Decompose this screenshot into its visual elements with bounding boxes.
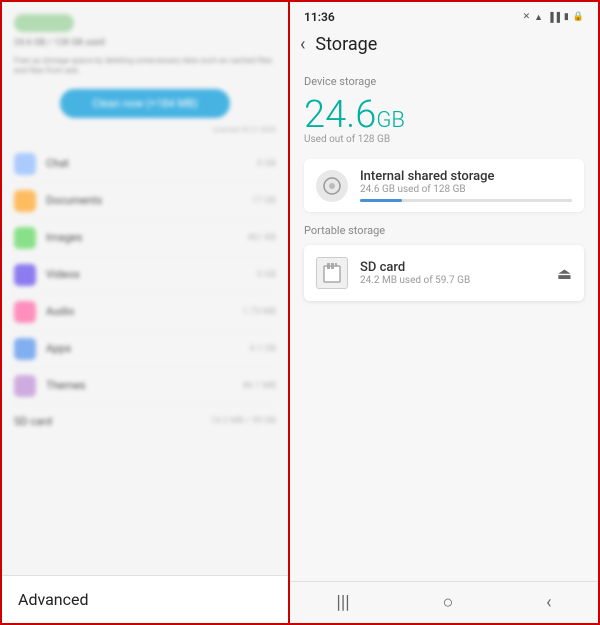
list-item[interactable]: Apps 4.1 GB: [14, 331, 276, 368]
videos-icon: [14, 264, 36, 286]
file-label: Apps: [46, 342, 250, 355]
lock-icon: 🔒: [573, 12, 584, 22]
list-item[interactable]: Chat 0 GB: [14, 146, 276, 183]
internal-storage-sub: 24.6 GB used of 128 GB: [360, 184, 572, 195]
storage-bar-area: 24.6 GB / 128 GB used: [14, 14, 276, 48]
list-item[interactable]: Videos 0 GB: [14, 257, 276, 294]
status-icons: ✕ ▲ ▐▐ ▮ 🔒: [523, 12, 584, 23]
sd-card-item[interactable]: SD card 24.2 MB used of 59.7 GB ⏏: [304, 245, 584, 301]
signal-icon: ▐▐: [547, 12, 560, 23]
device-storage-size-display: 24.6GB: [304, 96, 584, 134]
device-storage-label: Device storage: [304, 75, 584, 88]
right-panel: 11:36 ✕ ▲ ▐▐ ▮ 🔒 ‹ Storage Device storag…: [290, 0, 600, 625]
eject-button[interactable]: ⏏: [557, 264, 572, 283]
battery-icon: ▮: [564, 12, 569, 22]
chat-icon: [14, 153, 36, 175]
file-label: Themes: [46, 379, 243, 392]
documents-icon: [14, 190, 36, 212]
file-size: 0 GB: [257, 270, 276, 280]
left-blurred-area: 24.6 GB / 128 GB used Free up storage sp…: [2, 2, 288, 444]
status-time: 11:36: [304, 10, 335, 24]
mute-icon: ✕: [523, 12, 531, 22]
portable-storage-label: Portable storage: [304, 224, 584, 237]
internal-storage-icon: [316, 170, 348, 202]
apps-icon: [14, 338, 36, 360]
home-button[interactable]: ○: [442, 592, 453, 613]
images-icon: [14, 227, 36, 249]
file-size: 86.1 MB: [243, 381, 276, 391]
content-area: Device storage 24.6GB Used out of 128 GB…: [290, 65, 598, 581]
file-size: 461 KB: [247, 233, 276, 243]
file-size: 17 GB: [252, 196, 276, 206]
free-up-text: Free up storage space by deleting unnece…: [14, 56, 276, 77]
file-label: Chat: [46, 157, 257, 170]
scan-timestamp: scanned 30 21 2020: [14, 126, 276, 134]
file-label: Audio: [46, 305, 243, 318]
list-item[interactable]: Audio 1.73 MB: [14, 294, 276, 331]
file-label: Videos: [46, 268, 257, 281]
used-out-of: Used out of 128 GB: [304, 134, 584, 145]
back-button[interactable]: ‹: [300, 34, 305, 55]
file-list: Chat 0 GB Documents 17 GB Images 461 KB …: [14, 146, 276, 405]
page-title: Storage: [315, 34, 377, 55]
recents-button[interactable]: |||: [336, 592, 349, 613]
sd-card-info: SD card 24.2 MB used of 59.7 GB: [360, 260, 557, 286]
file-label: Documents: [46, 194, 252, 207]
status-bar: 11:36 ✕ ▲ ▐▐ ▮ 🔒: [290, 2, 598, 28]
sd-card-icon: [316, 257, 348, 289]
sd-card-name: SD card: [360, 260, 557, 275]
list-item[interactable]: Documents 17 GB: [14, 183, 276, 220]
internal-storage-info: Internal shared storage 24.6 GB used of …: [360, 169, 572, 202]
sd-card-label: SD card: [14, 415, 210, 428]
clean-now-button[interactable]: Clean now (+184 MB): [60, 89, 230, 118]
advanced-bar[interactable]: Advanced: [2, 575, 288, 623]
sd-card-size: 14.2 MB / 59 GB: [210, 416, 276, 426]
wifi-icon: ▲: [534, 12, 543, 23]
audio-icon: [14, 301, 36, 323]
file-size: 1.73 MB: [243, 307, 276, 317]
list-item[interactable]: Themes 86.1 MB: [14, 368, 276, 405]
internal-storage-name: Internal shared storage: [360, 169, 572, 184]
storage-size-number: 24.6: [304, 93, 376, 137]
file-size: 0 GB: [257, 159, 276, 169]
storage-size-unit: GB: [376, 108, 405, 133]
file-size: 4.1 GB: [250, 344, 276, 354]
back-nav-button[interactable]: ‹: [546, 592, 551, 613]
advanced-label: Advanced: [18, 590, 89, 609]
internal-storage-bar: [360, 199, 572, 202]
storage-used-text: 24.6 GB / 128 GB used: [14, 38, 276, 48]
file-label: Images: [46, 231, 247, 244]
storage-pill: [14, 14, 74, 32]
bottom-nav: ||| ○ ‹: [290, 581, 598, 623]
sd-card-sub: 24.2 MB used of 59.7 GB: [360, 275, 557, 286]
themes-icon: [14, 375, 36, 397]
list-item[interactable]: Images 461 KB: [14, 220, 276, 257]
internal-storage-item[interactable]: Internal shared storage 24.6 GB used of …: [304, 159, 584, 212]
top-nav: ‹ Storage: [290, 28, 598, 65]
left-panel: 24.6 GB / 128 GB used Free up storage sp…: [0, 0, 290, 625]
sd-card-row[interactable]: SD card 14.2 MB / 59 GB: [14, 405, 276, 432]
internal-storage-bar-fill: [360, 199, 402, 202]
